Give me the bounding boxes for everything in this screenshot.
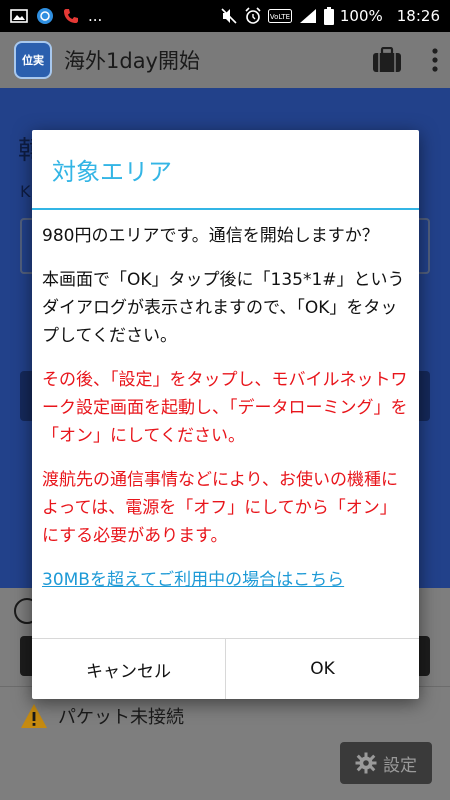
clock: 18:26 xyxy=(396,7,440,25)
dialog-title: 対象エリア xyxy=(52,158,172,186)
status-bar-right: VoLTE 100% 18:26 xyxy=(220,7,440,25)
battery-percent: 100% xyxy=(339,7,383,25)
dialog-title-divider xyxy=(32,208,419,210)
volte-icon: VoLTE xyxy=(267,9,292,23)
app-bar: 位実 海外1day開始 xyxy=(0,32,450,88)
app-actions xyxy=(372,47,438,73)
warning-icon xyxy=(20,703,48,729)
app-logo: 位実 xyxy=(14,41,52,79)
settings-button[interactable]: 設定 xyxy=(340,742,432,784)
overflow-menu-icon[interactable] xyxy=(432,48,438,72)
target-area-dialog: 対象エリア 980円のエリアです。通信を開始しますか？ 本画面で「OK」タップ後… xyxy=(32,130,419,699)
gallery-icon xyxy=(10,9,28,23)
status-bar: ... VoLTE 100% 18:26 xyxy=(0,0,450,32)
dialog-message-start: 980円のエリアです。通信を開始しますか？ xyxy=(42,226,379,246)
gear-icon xyxy=(355,752,377,774)
dialog-button-row: キャンセル OK xyxy=(32,638,419,699)
status-bar-left: ... xyxy=(10,7,102,25)
dialog-message-roaming-instruction: その後、「設定」をタップし、モバイルネットワーク設定画面を起動し、「データローミ… xyxy=(42,370,408,446)
app-logo-text: 位実 xyxy=(22,54,44,67)
signal-icon xyxy=(298,8,318,24)
mute-icon xyxy=(220,7,238,25)
dialog-message-ok-instruction: 本画面で「OK」タップ後に「135*1#」というダイアログが表示されますので、「… xyxy=(42,270,405,346)
ok-button[interactable]: OK xyxy=(225,639,419,699)
browser-icon xyxy=(36,7,54,25)
briefcase-icon[interactable] xyxy=(372,47,402,73)
connection-warning: パケット未接続 xyxy=(20,703,184,729)
cancel-button[interactable]: キャンセル xyxy=(32,639,225,699)
app-title: 海外1day開始 xyxy=(64,49,200,73)
svg-text:VoLTE: VoLTE xyxy=(270,13,290,21)
dialog-message-power-cycle-note: 渡航先の通信事情などにより、お使いの機種によっては、電源を「オフ」にしてから「オ… xyxy=(42,470,398,546)
background-subtext: K xyxy=(20,182,31,201)
battery-icon xyxy=(323,7,334,25)
missed-call-icon xyxy=(62,7,80,25)
more-notifications: ... xyxy=(88,7,103,25)
connection-status: パケット未接続 xyxy=(58,707,184,728)
alarm-icon xyxy=(244,7,262,25)
dialog-body: 980円のエリアです。通信を開始しますか？ 本画面で「OK」タップ後に「135*… xyxy=(42,222,412,610)
over-30mb-link[interactable]: 30MBを超えてご利用中の場合はこちら xyxy=(42,570,344,590)
settings-label: 設定 xyxy=(383,755,417,776)
